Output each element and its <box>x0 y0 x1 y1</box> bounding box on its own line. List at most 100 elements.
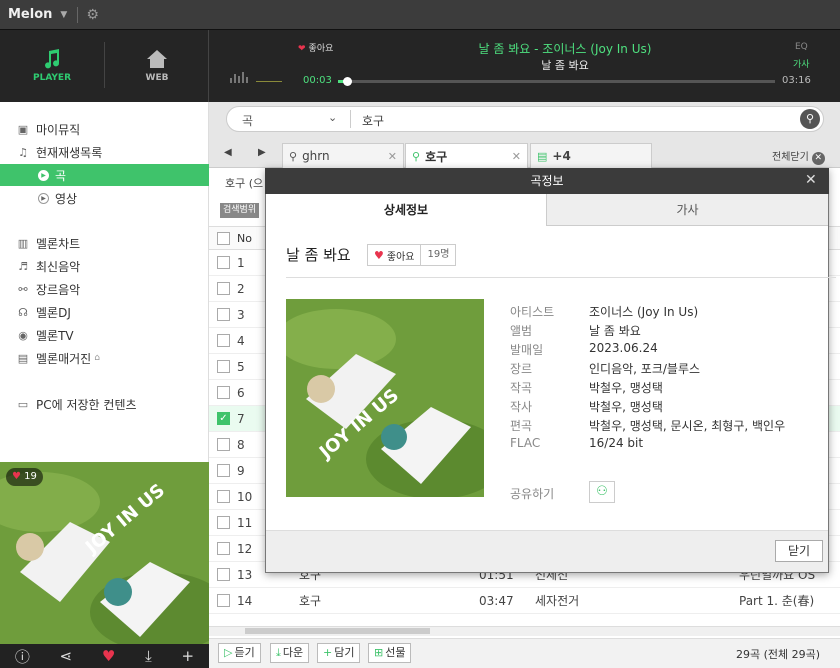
select-all-checkbox[interactable] <box>217 232 230 245</box>
headphones-icon: ☊ <box>18 305 28 319</box>
sidebar-label: PC에 저장한 컨텐츠 <box>36 397 137 412</box>
close-icon: ✕ <box>811 152 825 165</box>
sidebar-sub-song[interactable]: ▶ 곡 <box>0 164 209 186</box>
dialog-title: 곡정보 <box>265 168 829 194</box>
total-time: 03:16 <box>782 75 811 86</box>
progress-knob[interactable] <box>343 77 352 86</box>
share-icon[interactable]: ⋖ <box>60 647 73 665</box>
dialog-like-button[interactable]: ♥ 좋아요 19명 <box>367 244 457 266</box>
button-label: 다운 <box>282 646 304 659</box>
row-artist[interactable]: 세자전거 <box>535 592 579 609</box>
close-icon[interactable]: ✕ <box>388 150 397 163</box>
row-checkbox[interactable] <box>217 282 230 295</box>
row-checkbox[interactable] <box>217 490 230 503</box>
plus-icon[interactable]: + <box>181 647 194 665</box>
row-checkbox[interactable] <box>217 594 230 607</box>
row-checkbox[interactable] <box>217 516 230 529</box>
sidebar-album-art[interactable]: JOY IN US <box>0 462 209 644</box>
sidebar-item-magazine[interactable]: ▤ 멜론매거진 ⌂ <box>0 347 209 369</box>
add-button[interactable]: + 담기 <box>317 643 361 663</box>
row-checkbox[interactable] <box>217 568 230 581</box>
lyrics-button[interactable]: 가사 <box>793 57 810 70</box>
now-playing-like[interactable]: ❤ 좋아요 <box>298 41 333 54</box>
now-playing-title[interactable]: 날 좀 봐요 - 조이너스 (Joy In Us) <box>430 40 700 57</box>
row-checkbox[interactable] <box>217 386 230 399</box>
sidebar-item-chart[interactable]: ▥ 멜론차트 <box>0 232 209 254</box>
sidebar-item-dj[interactable]: ☊ 멜론DJ <box>0 301 209 323</box>
close-all-tabs-button[interactable]: 전체닫기 ✕ <box>772 148 825 165</box>
album-like-badge[interactable]: ♥ 19 <box>6 468 43 486</box>
close-icon[interactable]: ✕ <box>805 172 817 188</box>
home-icon <box>147 50 167 68</box>
app-title: Melon <box>8 7 53 22</box>
tab-more[interactable]: ▤ +4 <box>530 143 652 168</box>
now-playing-album: 날 좀 봐요 <box>541 59 589 72</box>
progress-bar[interactable] <box>338 80 775 83</box>
detail-value[interactable]: 조이너스 (Joy In Us) <box>589 303 698 320</box>
detail-label: 장르 <box>510 362 533 376</box>
dialog-close-button[interactable]: 닫기 <box>775 540 823 562</box>
table-row[interactable]: 14 호구 03:47 세자전거 Part 1. 춘(春) <box>209 588 840 614</box>
row-title[interactable]: 호구 <box>299 592 321 609</box>
detail-label: 아티스트 <box>510 305 555 319</box>
eq-button[interactable]: EQ <box>795 42 808 52</box>
share-user-icon[interactable]: ⚇ <box>589 481 615 503</box>
search-scope-button[interactable]: 검색범위 <box>220 203 260 218</box>
close-icon[interactable]: ✕ <box>512 150 521 163</box>
album-like-count: 19 <box>24 471 37 482</box>
row-checkbox[interactable] <box>217 256 230 269</box>
sidebar-sub-video[interactable]: ▶ 영상 <box>0 187 209 209</box>
close-all-label: 전체닫기 <box>772 152 809 163</box>
detail-value[interactable]: 날 좀 봐요 <box>589 322 641 339</box>
row-checkbox[interactable] <box>217 438 230 451</box>
search-input[interactable]: 호구 <box>362 112 384 129</box>
row-number: 12 <box>237 541 253 556</box>
tab-lyrics[interactable]: 가사 <box>546 194 828 226</box>
sidebar-label: 멜론매거진 <box>36 351 92 366</box>
visualizer-icon <box>230 72 282 83</box>
detail-value: 박철우, 맹성택, 문시온, 최형구, 백인우 <box>589 419 786 433</box>
download-button[interactable]: ⤓ 다운 <box>270 643 310 663</box>
scrollbar-thumb[interactable] <box>245 628 430 634</box>
row-checkbox[interactable] <box>217 464 230 477</box>
web-mode-button[interactable]: WEB <box>106 30 208 102</box>
row-checkbox[interactable]: ✓ <box>217 412 230 425</box>
download-icon[interactable]: ⤓ <box>145 647 152 665</box>
row-number: 11 <box>237 515 253 530</box>
sidebar-label: 마이뮤직 <box>36 122 81 137</box>
sidebar-item-now-playlist[interactable]: ♫ 현재재생목록 <box>0 141 209 163</box>
row-checkbox[interactable] <box>217 308 230 321</box>
listen-button[interactable]: ▷ 듣기 <box>218 643 261 663</box>
tab-prev-icon[interactable]: ◀ <box>224 147 232 158</box>
chevron-down-icon[interactable]: ⌄ <box>328 111 337 124</box>
search-category[interactable]: 곡 <box>242 112 253 129</box>
row-checkbox[interactable] <box>217 542 230 555</box>
app-menu-dropdown-icon[interactable]: ▼ <box>60 10 67 20</box>
sidebar-item-pc-content[interactable]: ▭ PC에 저장한 컨텐츠 <box>0 393 209 415</box>
detail-label: FLAC <box>510 436 541 450</box>
search-icon: ⚲ <box>412 150 421 163</box>
sidebar-label: 장르음악 <box>36 282 81 297</box>
tab-ghrn[interactable]: ⚲ ghrn ✕ <box>282 143 404 168</box>
search-icon[interactable]: ⚲ <box>800 109 820 129</box>
gift-button[interactable]: ⊞ 선물 <box>368 643 412 663</box>
detail-value: 박철우, 맹성택 <box>589 381 663 395</box>
magazine-icon: ▤ <box>17 351 29 365</box>
info-icon[interactable]: ⓘ <box>15 646 30 667</box>
sidebar-item-my-music[interactable]: ▣ 마이뮤직 <box>0 118 209 140</box>
current-time: 00:03 <box>303 75 332 86</box>
row-checkbox[interactable] <box>217 334 230 347</box>
player-mode-button[interactable]: PLAYER <box>0 30 104 102</box>
sidebar-item-genre[interactable]: ⚯ 장르음악 <box>0 278 209 300</box>
heart-icon[interactable]: ♥ <box>102 647 115 665</box>
sidebar-item-latest[interactable]: ♬ 최신음악 <box>0 255 209 277</box>
tab-next-icon[interactable]: ▶ <box>258 147 266 158</box>
row-album[interactable]: Part 1. 춘(春) <box>739 592 814 609</box>
row-checkbox[interactable] <box>217 360 230 373</box>
detail-label: 편곡 <box>510 419 533 433</box>
sidebar-item-tv[interactable]: ◉ 멜론TV <box>0 324 209 346</box>
tab-hogu[interactable]: ⚲ 호구 ✕ <box>405 143 528 169</box>
gear-icon[interactable]: ⚙ <box>86 7 99 23</box>
tv-icon: ◉ <box>18 328 28 342</box>
tab-detail-info[interactable]: 상세정보 <box>266 194 546 226</box>
